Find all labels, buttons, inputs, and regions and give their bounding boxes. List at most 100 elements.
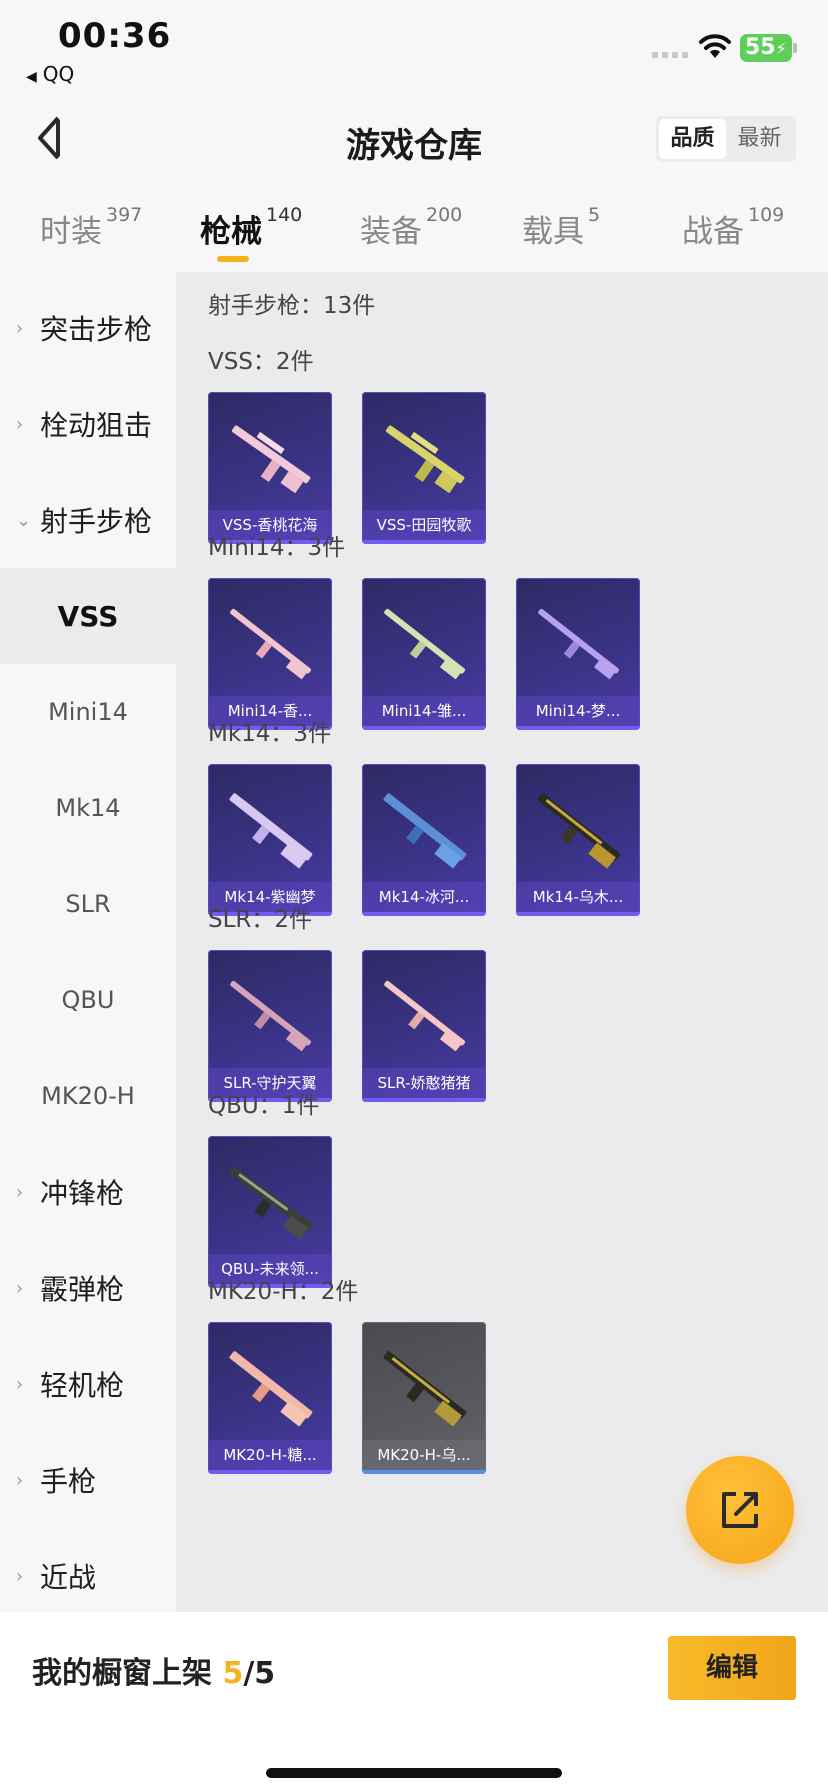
sidebar-item-pistol[interactable]: › 手枪	[0, 1432, 176, 1528]
tab-fashion[interactable]: 时装 397	[40, 204, 143, 251]
tab-count: 200	[426, 204, 463, 226]
rarity-bar	[208, 1470, 332, 1474]
tab-label: 载具	[522, 214, 584, 250]
showcase-total: /5	[243, 1656, 276, 1691]
gun-skin-icon	[230, 608, 312, 680]
active-tab-indicator	[217, 256, 249, 262]
group-title: QBU：1件	[208, 1093, 320, 1119]
chevron-right-icon: ›	[16, 1181, 24, 1203]
chevron-right-icon: ›	[16, 317, 24, 339]
gun-skin-icon	[383, 1351, 467, 1427]
weapon-card[interactable]: SLR-守护天翼	[208, 950, 332, 1102]
chevron-right-icon: ›	[16, 1565, 24, 1587]
home-indicator	[266, 1768, 562, 1778]
status-back-link[interactable]: ◀ QQ	[26, 62, 74, 86]
weapon-card[interactable]: SLR-娇憨猪猪	[362, 950, 486, 1102]
weapon-card[interactable]: Mk14-紫幽梦	[208, 764, 332, 916]
rarity-bar	[516, 726, 640, 730]
sidebar-item-label: 冲锋枪	[40, 1177, 125, 1210]
battery-icon: 55⚡	[740, 34, 792, 62]
tab-count: 5	[588, 204, 601, 226]
sidebar-item-bolt-action[interactable]: › 栓动狙击	[0, 376, 176, 472]
group-title: Mk14：3件	[208, 721, 332, 747]
rarity-bar	[362, 726, 486, 730]
weapon-card[interactable]: VSS-香桃花海	[208, 392, 332, 544]
sidebar-item-marksman-rifles[interactable]: ⌄ 射手步枪	[0, 472, 176, 568]
wifi-icon	[699, 34, 731, 58]
signal-icon	[652, 52, 688, 58]
weapon-card[interactable]: MK20-H-乌...	[362, 1322, 486, 1474]
tab-label: 装备	[360, 214, 422, 250]
chevron-right-icon: ›	[16, 1277, 24, 1299]
group-title: SLR：2件	[208, 907, 313, 933]
gun-skin-icon	[384, 608, 466, 680]
weapon-sidebar: › 突击步枪 › 栓动狙击 ⌄ 射手步枪 VSS Mini14 Mk14 SLR QB…	[0, 272, 176, 1612]
weapon-card-label: Mini14-雏...	[362, 696, 486, 726]
tab-vehicles[interactable]: 载具 5	[522, 204, 601, 251]
battery-level: 55	[745, 35, 776, 60]
tab-label: 枪械	[200, 214, 262, 250]
sidebar-sub-vss[interactable]: VSS	[0, 568, 176, 664]
weapon-card[interactable]: MK20-H-糖...	[208, 1322, 332, 1474]
edit-button[interactable]: 编辑	[668, 1636, 796, 1700]
group-title: MK20-H：2件	[208, 1279, 359, 1305]
gun-skin-icon	[538, 608, 620, 680]
gun-skin-icon	[231, 425, 311, 494]
sidebar-item-smg[interactable]: › 冲锋枪	[0, 1144, 176, 1240]
rarity-bar	[362, 540, 486, 544]
weapon-card-label: MK20-H-糖...	[208, 1440, 332, 1470]
chevron-right-icon: ›	[16, 413, 24, 435]
tab-count: 397	[106, 204, 143, 226]
tab-equipment[interactable]: 装备 200	[360, 204, 463, 251]
weapon-card[interactable]: Mk14-乌木...	[516, 764, 640, 916]
tab-count: 140	[266, 204, 303, 226]
showcase-current: 5	[222, 1656, 244, 1691]
sidebar-item-assault-rifles[interactable]: › 突击步枪	[0, 280, 176, 376]
sidebar-item-melee[interactable]: › 近战	[0, 1528, 176, 1624]
tab-count: 109	[748, 204, 785, 226]
sidebar-item-label: 突击步枪	[40, 313, 153, 346]
showcase-status: 我的橱窗上架 5/5	[32, 1648, 275, 1692]
sidebar-item-label: 轻机枪	[40, 1369, 125, 1402]
weapon-card[interactable]: Mini14-梦...	[516, 578, 640, 730]
share-button[interactable]	[686, 1456, 794, 1564]
tab-label: 战备	[682, 214, 744, 250]
back-triangle-icon: ◀	[26, 69, 37, 85]
sidebar-sub-mini14[interactable]: Mini14	[0, 664, 176, 760]
sidebar-sub-mk14[interactable]: Mk14	[0, 760, 176, 856]
group-title: Mini14：3件	[208, 535, 346, 561]
weapon-card[interactable]: Mini14-雏...	[362, 578, 486, 730]
sidebar-sub-slr[interactable]: SLR	[0, 856, 176, 952]
sidebar-item-label: 栓动狙击	[40, 409, 153, 442]
category-summary: 射手步枪：13件	[208, 293, 376, 319]
gun-skin-icon	[537, 793, 621, 869]
status-bar: 00:36 ◀ QQ 55⚡	[0, 0, 828, 96]
category-tabs: 时装 397 枪械 140 装备 200 载具 5 战备 109	[0, 186, 828, 272]
weapon-card[interactable]: VSS-田园牧歌	[362, 392, 486, 544]
battery-tip	[793, 43, 797, 53]
chevron-right-icon: ›	[16, 1469, 24, 1491]
sidebar-item-shotgun[interactable]: › 霰弹枪	[0, 1240, 176, 1336]
weapon-card[interactable]: Mini14-香...	[208, 578, 332, 730]
weapon-card-label: Mini14-梦...	[516, 696, 640, 726]
gun-skin-icon	[384, 980, 466, 1052]
sidebar-sub-qbu[interactable]: QBU	[0, 952, 176, 1048]
sidebar-item-label: 近战	[40, 1561, 97, 1594]
share-icon	[722, 1492, 758, 1528]
tab-label: 时装	[40, 214, 102, 250]
rarity-bar	[516, 912, 640, 916]
sidebar-sub-mk20h[interactable]: MK20-H	[0, 1048, 176, 1144]
sort-quality-button[interactable]: 品质	[659, 119, 726, 159]
weapon-card-label: Mk14-乌木...	[516, 882, 640, 912]
weapon-list: 射手步枪：13件 VSS：2件 VSS-香桃花海 VSS-田园牧歌 Mini14…	[176, 272, 828, 1612]
showcase-label: 我的橱窗上架	[32, 1656, 223, 1691]
tab-combat-gear[interactable]: 战备 109	[682, 204, 785, 251]
sidebar-item-lmg[interactable]: › 轻机枪	[0, 1336, 176, 1432]
tab-firearms[interactable]: 枪械 140	[200, 204, 303, 251]
sort-newest-button[interactable]: 最新	[726, 119, 793, 159]
sidebar-item-label: 霰弹枪	[40, 1273, 125, 1306]
weapon-card-label: VSS-田园牧歌	[362, 510, 486, 540]
chevron-down-icon: ⌄	[16, 509, 32, 531]
weapon-card[interactable]: QBU-未来领...	[208, 1136, 332, 1288]
weapon-card[interactable]: Mk14-冰河...	[362, 764, 486, 916]
